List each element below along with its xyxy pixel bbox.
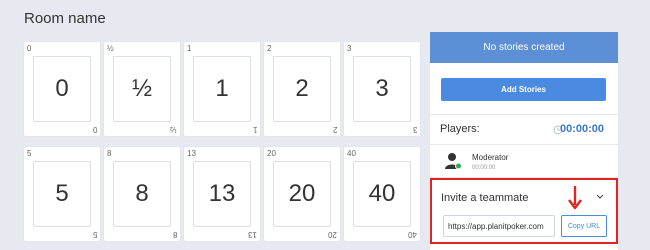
user-avatar-icon (445, 153, 462, 170)
stories-header: No stories created (430, 32, 618, 63)
room-title: Room name (24, 10, 106, 27)
card-face: 40 (353, 161, 411, 227)
card-corner-top: 3 (347, 44, 352, 53)
card-corner-bottom: 13 (248, 230, 257, 239)
card-corner-bottom: 5 (92, 230, 97, 239)
card-corner-bottom: 40 (408, 230, 417, 239)
players-label: Players: (440, 123, 480, 135)
card-3[interactable]: 3 3 3 (344, 42, 420, 136)
card-1[interactable]: 1 1 1 (184, 42, 260, 136)
card-face: ½ (113, 56, 171, 122)
card-face: 13 (193, 161, 251, 227)
card-face: 3 (353, 56, 411, 122)
copy-url-button[interactable]: Copy URL (561, 215, 607, 237)
card-corner-bottom: 1 (252, 125, 257, 134)
card-20[interactable]: 20 20 20 (264, 147, 340, 241)
card-corner-bottom: 2 (332, 125, 337, 134)
card-face: 0 (33, 56, 91, 122)
card-corner-top: 5 (27, 149, 32, 158)
card-face: 8 (113, 161, 171, 227)
arrow-down-icon (568, 186, 582, 210)
player-time: 00:00:00 (472, 165, 496, 171)
card-corner-top: 0 (27, 44, 32, 53)
card-corner-top: 13 (187, 149, 196, 158)
divider (430, 144, 618, 145)
card-8[interactable]: 8 8 8 (104, 147, 180, 241)
chevron-down-icon[interactable] (596, 194, 604, 200)
card-face: 5 (33, 161, 91, 227)
card-corner-bottom: ½ (170, 125, 177, 134)
invite-teammate-section: Invite a teammate Copy URL (430, 178, 618, 244)
card-corner-bottom: 3 (412, 125, 417, 134)
invite-title: Invite a teammate (441, 192, 529, 204)
card-face: 20 (273, 161, 331, 227)
add-stories-button[interactable]: Add Stories (441, 78, 606, 101)
card-0[interactable]: 0 0 0 (24, 42, 100, 136)
invite-url-input[interactable] (443, 215, 555, 237)
card-corner-bottom: 8 (172, 230, 177, 239)
card-corner-bottom: 20 (328, 230, 337, 239)
card-face: 2 (273, 56, 331, 122)
card-13[interactable]: 13 13 13 (184, 147, 260, 241)
player-name: Moderator (472, 153, 509, 162)
divider (430, 114, 618, 115)
card-corner-top: 2 (267, 44, 272, 53)
card-corner-top: 1 (187, 44, 192, 53)
card-5[interactable]: 5 5 5 (24, 147, 100, 241)
card-corner-top: 40 (347, 149, 356, 158)
card-2[interactable]: 2 2 2 (264, 42, 340, 136)
card-corner-bottom: 0 (92, 125, 97, 134)
card-half[interactable]: ½ ½ ½ (104, 42, 180, 136)
card-face: 1 (193, 56, 251, 122)
card-corner-top: 20 (267, 149, 276, 158)
card-40[interactable]: 40 40 40 (344, 147, 420, 241)
card-corner-top: 8 (107, 149, 112, 158)
players-timer: 00:00:00 (559, 123, 604, 135)
card-corner-top: ½ (107, 44, 114, 53)
